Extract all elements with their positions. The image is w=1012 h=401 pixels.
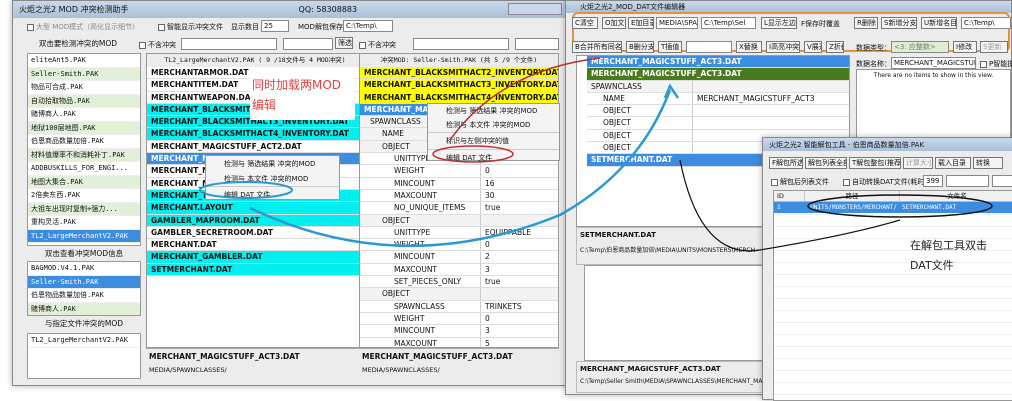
highlight-ellipse-black xyxy=(807,194,993,218)
red-arrow xyxy=(449,57,601,141)
highlight-ellipse-blue xyxy=(199,181,293,199)
annotation-arrows xyxy=(199,57,993,252)
highlight-ellipse-red xyxy=(432,145,514,163)
black-arrow xyxy=(679,159,901,252)
blue-arrow xyxy=(249,89,672,248)
blue-arrowhead xyxy=(663,83,680,99)
